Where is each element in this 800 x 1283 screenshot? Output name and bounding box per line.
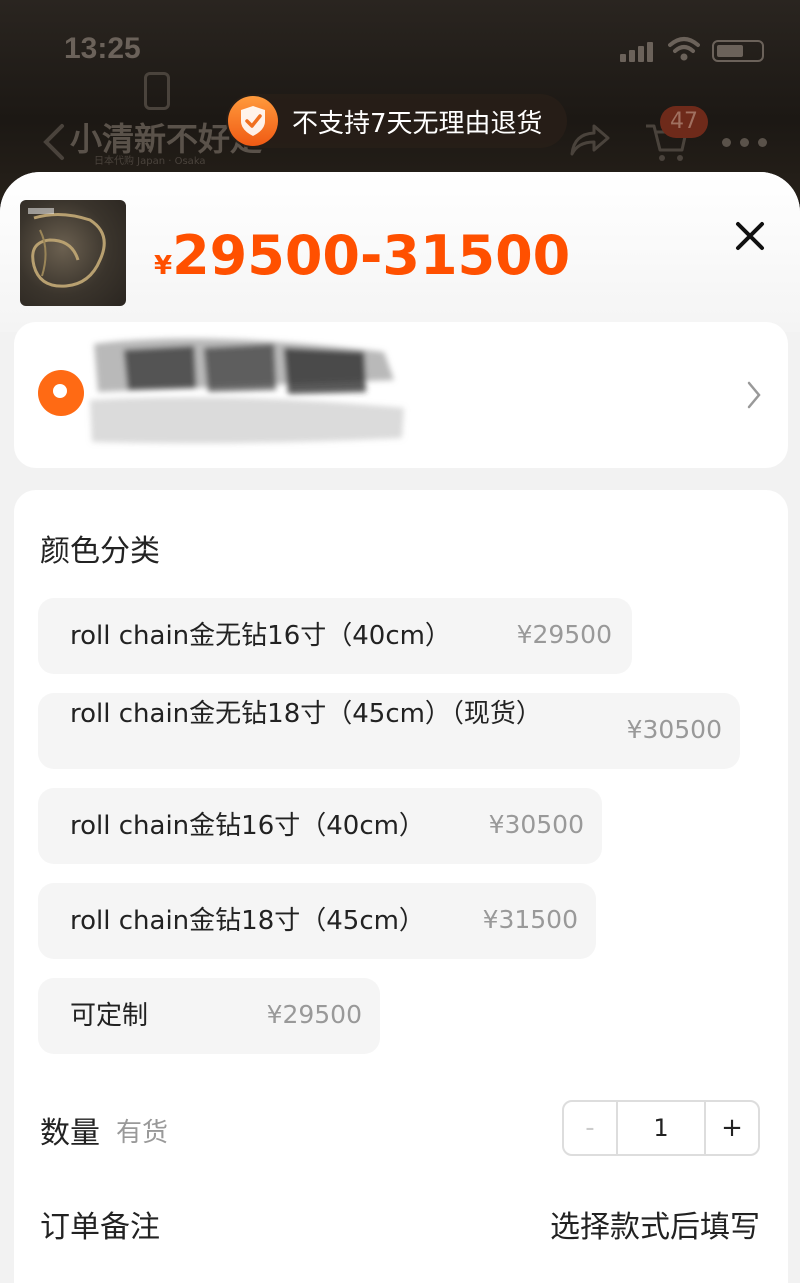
cart-count-badge: 47 (660, 106, 708, 138)
spec-section-title: 颜色分类 (40, 534, 160, 569)
redacted-address (90, 338, 404, 444)
battery-icon (712, 40, 764, 62)
sku-option-label: 可定制 (70, 1001, 149, 1031)
sku-option-label: roll chain金无钻16寸（40cm） (70, 621, 451, 651)
sku-option-label: roll chain金钻18寸（45cm） (70, 906, 425, 936)
status-bar: 13:25 (0, 28, 800, 72)
shipping-address-row[interactable] (14, 322, 788, 468)
sheet-header: ¥29500-31500 (0, 172, 800, 332)
shield-check-icon (228, 96, 278, 146)
sku-selection-sheet: ¥29500-31500 颜色分类 roll chain金无钻16寸（40cm）… (0, 172, 800, 1283)
share-icon[interactable] (568, 120, 612, 160)
status-time: 13:25 (64, 32, 141, 65)
stock-status: 有货 (116, 1118, 169, 1148)
sku-option-price: ¥29500 (266, 1000, 362, 1029)
currency-symbol: ¥ (154, 251, 173, 281)
sku-option-label: roll chain金无钻18寸（45cm）（现货） (70, 699, 542, 729)
product-thumbnail[interactable] (20, 200, 126, 306)
sku-option-price: ¥30500 (488, 810, 584, 839)
close-button[interactable] (730, 216, 770, 256)
more-icon[interactable] (722, 138, 768, 148)
back-icon[interactable] (40, 122, 68, 162)
spec-selection-card: 颜色分类 roll chain金无钻16寸（40cm） ¥29500 roll … (14, 490, 788, 1283)
order-note-label: 订单备注 (40, 1210, 160, 1245)
wifi-icon (668, 37, 700, 61)
price-range-value: 29500-31500 (172, 224, 571, 287)
sku-option[interactable]: roll chain金无钻18寸（45cm）（现货） ¥30500 (38, 693, 740, 769)
sku-option-price: ¥30500 (626, 715, 722, 744)
quantity-decrease-button[interactable]: - (564, 1102, 616, 1154)
price-range: ¥29500-31500 (154, 224, 570, 287)
return-policy-toast: 不支持7天无理由退货 (226, 94, 567, 148)
sku-option-price: ¥29500 (516, 620, 612, 649)
quantity-stepper: - 1 + (562, 1100, 760, 1156)
toast-text: 不支持7天无理由退货 (292, 108, 543, 139)
sku-option-label: roll chain金钻16寸（40cm） (70, 811, 425, 841)
sku-option[interactable]: roll chain金无钻16寸（40cm） ¥29500 (38, 598, 632, 674)
sku-option[interactable]: roll chain金钻18寸（45cm） ¥31500 (38, 883, 596, 959)
store-subtitle: 日本代购 Japan · Osaka (94, 156, 206, 167)
sku-option[interactable]: roll chain金钻16寸（40cm） ¥30500 (38, 788, 602, 864)
quantity-increase-button[interactable]: + (706, 1102, 758, 1154)
quantity-input[interactable]: 1 (616, 1102, 706, 1154)
signal-icon (620, 40, 658, 62)
chevron-right-icon (747, 381, 761, 409)
sku-option[interactable]: 可定制 ¥29500 (38, 978, 380, 1054)
quantity-label: 数量 (40, 1116, 100, 1151)
sku-option-price: ¥31500 (482, 905, 578, 934)
store-logo-icon (144, 72, 170, 110)
order-note-action[interactable]: 选择款式后填写 (550, 1202, 760, 1246)
location-pin-icon (38, 370, 84, 416)
